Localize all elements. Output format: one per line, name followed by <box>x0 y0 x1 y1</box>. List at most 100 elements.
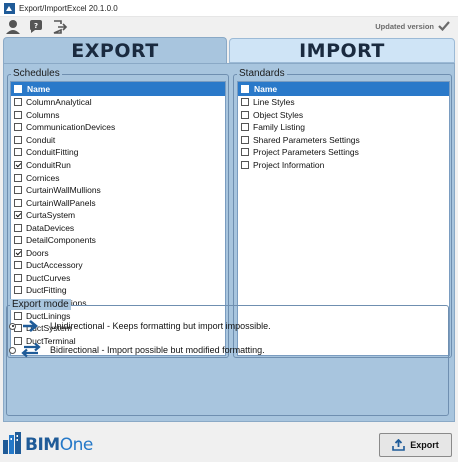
select-all-checkbox[interactable] <box>14 85 22 93</box>
standards-rows: Line Styles Object Styles Family Listing Sh… <box>238 96 449 171</box>
bimone-logo: BIMOne <box>3 432 93 454</box>
export-mode-group: Export mode Unidirectional - Keeps forma… <box>6 299 449 416</box>
bidirectional-label: Bidirectional - Import possible but modi… <box>50 345 265 355</box>
item-label: CommunicationDevices <box>26 122 116 133</box>
list-item[interactable]: Doors <box>11 247 225 260</box>
help-chat-icon[interactable]: ? <box>28 19 44 35</box>
item-checkbox[interactable] <box>14 248 22 257</box>
list-item[interactable]: DuctCurves <box>11 272 225 285</box>
item-checkbox[interactable] <box>14 198 22 207</box>
item-label: Columns <box>26 109 60 120</box>
item-checkbox[interactable] <box>14 261 22 270</box>
item-label: DataDevices <box>26 222 75 233</box>
item-label: Doors <box>26 247 49 258</box>
footer: BIMOne Export <box>0 422 458 462</box>
item-label: CurtainWallPanels <box>26 197 96 208</box>
list-item[interactable]: Columns <box>11 109 225 122</box>
item-checkbox[interactable] <box>241 98 249 107</box>
list-item[interactable]: Cornices <box>11 171 225 184</box>
building-icon <box>3 432 21 454</box>
item-checkbox[interactable] <box>14 148 22 157</box>
list-item[interactable]: Family Listing <box>238 121 449 134</box>
item-checkbox[interactable] <box>14 186 22 195</box>
item-label: ColumnAnalytical <box>26 97 92 108</box>
item-checkbox[interactable] <box>14 123 22 132</box>
arrow-right-icon <box>23 320 39 332</box>
list-item[interactable]: DataDevices <box>11 221 225 234</box>
item-checkbox[interactable] <box>241 135 249 144</box>
item-label: Conduit <box>26 134 56 145</box>
item-label: ConduitRun <box>26 160 71 170</box>
item-checkbox[interactable] <box>14 236 22 245</box>
item-checkbox[interactable] <box>14 173 22 182</box>
standards-list-header: Name <box>238 82 449 96</box>
unidirectional-label: Unidirectional - Keeps formatting but im… <box>50 321 271 331</box>
list-item[interactable]: Object Styles <box>238 109 449 122</box>
export-mode-legend: Export mode <box>10 299 71 310</box>
export-button[interactable]: Export <box>379 433 452 457</box>
item-label: Project Information <box>253 160 325 170</box>
item-checkbox[interactable] <box>14 286 22 295</box>
item-checkbox[interactable] <box>241 110 249 119</box>
export-icon <box>392 439 406 451</box>
list-item[interactable]: CurtainWallMullions <box>11 184 225 197</box>
unidirectional-radio[interactable] <box>9 322 16 330</box>
list-item[interactable]: ColumnAnalytical <box>11 96 225 109</box>
list-item[interactable]: DuctAccessory <box>11 259 225 272</box>
item-checkbox[interactable] <box>241 148 249 157</box>
bidirectional-radio[interactable] <box>9 346 16 354</box>
bidirectional-arrows-icon <box>21 342 41 358</box>
item-label: ConduitFitting <box>26 147 79 158</box>
item-label: CurtaSystem <box>26 210 76 221</box>
list-item[interactable]: CommunicationDevices <box>11 121 225 134</box>
item-checkbox[interactable] <box>14 161 22 169</box>
mode-unidirectional[interactable]: Unidirectional - Keeps formatting but im… <box>9 318 271 334</box>
item-checkbox[interactable] <box>241 161 249 169</box>
tab-export[interactable]: EXPORT <box>3 37 227 64</box>
item-label: DuctFitting <box>26 285 67 296</box>
item-label: DuctAccessory <box>26 260 83 271</box>
logout-icon[interactable] <box>52 19 68 35</box>
list-item[interactable]: DuctFitting <box>11 284 225 297</box>
window-title: Export/ImportExcel 20.1.0.0 <box>19 3 118 13</box>
item-checkbox[interactable] <box>14 211 22 220</box>
item-checkbox[interactable] <box>14 273 22 282</box>
item-label: Shared Parameters Settings <box>253 134 360 145</box>
updated-status: Updated version <box>375 21 450 31</box>
list-item[interactable]: DetailComponents <box>11 234 225 247</box>
item-label: Object Styles <box>253 109 304 120</box>
item-checkbox[interactable] <box>14 110 22 119</box>
schedules-legend: Schedules <box>11 68 62 79</box>
list-item[interactable]: CurtaSystem <box>11 209 225 222</box>
item-checkbox[interactable] <box>241 123 249 132</box>
list-item[interactable]: Line Styles <box>238 96 449 109</box>
list-item[interactable]: Shared Parameters Settings <box>238 134 449 147</box>
item-checkbox[interactable] <box>14 223 22 232</box>
item-label: DuctCurves <box>26 272 71 283</box>
list-item[interactable]: CurtainWallPanels <box>11 196 225 209</box>
svg-text:?: ? <box>34 22 38 30</box>
tab-import[interactable]: IMPORT <box>229 38 455 63</box>
item-label: Line Styles <box>253 97 295 108</box>
item-label: CurtainWallMullions <box>26 185 101 196</box>
item-checkbox[interactable] <box>14 135 22 144</box>
list-item[interactable]: Project Information <box>238 159 449 172</box>
list-item[interactable]: Project Parameters Settings <box>238 146 449 159</box>
list-item[interactable]: Conduit <box>11 134 225 147</box>
title-bar: Export/ImportExcel 20.1.0.0 <box>0 0 458 17</box>
item-label: Family Listing <box>253 122 305 133</box>
user-icon[interactable] <box>5 19 21 35</box>
item-label: DetailComponents <box>26 235 96 246</box>
item-label: Project Parameters Settings <box>253 147 359 158</box>
select-all-checkbox[interactable] <box>241 85 249 93</box>
item-label: Cornices <box>26 172 60 183</box>
list-item[interactable]: ConduitRun <box>11 159 225 172</box>
schedules-list-header: Name <box>11 82 225 96</box>
list-item[interactable]: ConduitFitting <box>11 146 225 159</box>
toolbar: ? Updated version <box>0 17 458 37</box>
checkmark-icon <box>438 21 450 31</box>
standards-legend: Standards <box>237 68 287 79</box>
mode-bidirectional[interactable]: Bidirectional - Import possible but modi… <box>9 342 265 358</box>
app-icon <box>4 2 15 14</box>
item-checkbox[interactable] <box>14 98 22 107</box>
